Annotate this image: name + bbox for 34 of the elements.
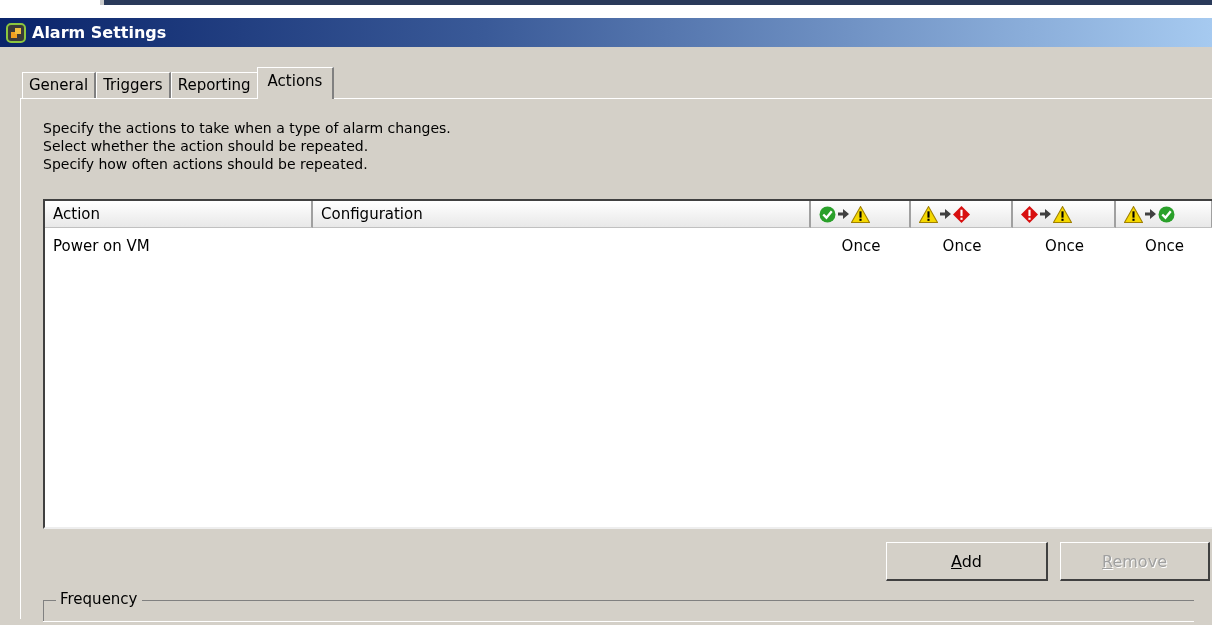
tab[interactable]: Triggers [96,72,171,98]
column-header[interactable] [811,201,911,228]
warning-icon [1124,205,1143,223]
tab[interactable]: General [22,72,97,98]
arrow-icon [1040,209,1051,219]
column-header[interactable] [1116,201,1212,228]
window-title: Alarm Settings [32,23,167,42]
arrow-icon [838,209,849,219]
tab[interactable]: Reporting [170,72,259,98]
table-cell: Once [1145,237,1184,255]
description-text: Specify how often actions should be repeated. [43,155,369,173]
description-text: Select whether the action should be repeated. [43,137,370,155]
check-icon [1158,205,1175,223]
table-cell: Once [1045,237,1084,255]
check-icon [819,205,836,223]
column-header[interactable]: Action [45,201,313,228]
arrow-icon [1145,209,1156,219]
warning-icon [919,205,938,223]
description-text: Specify the actions to take when a type of alarm changes. [43,119,452,137]
column-header[interactable]: Configuration [313,201,811,228]
alert-icon [1021,205,1038,223]
group-title: Frequency [56,590,142,608]
arrow-icon [940,209,951,219]
add-button[interactable]: Add [886,542,1048,581]
tab[interactable]: Actions [256,67,335,99]
table-cell: Once [942,237,982,255]
alert-icon [953,205,970,223]
table-cell: Once [841,237,881,255]
app-logo-icon [6,22,26,43]
column-header[interactable] [911,201,1013,228]
warning-icon [1053,205,1072,223]
table-cell: Power on VM [53,237,150,255]
warning-icon [851,205,870,223]
column-header[interactable] [1013,201,1116,228]
